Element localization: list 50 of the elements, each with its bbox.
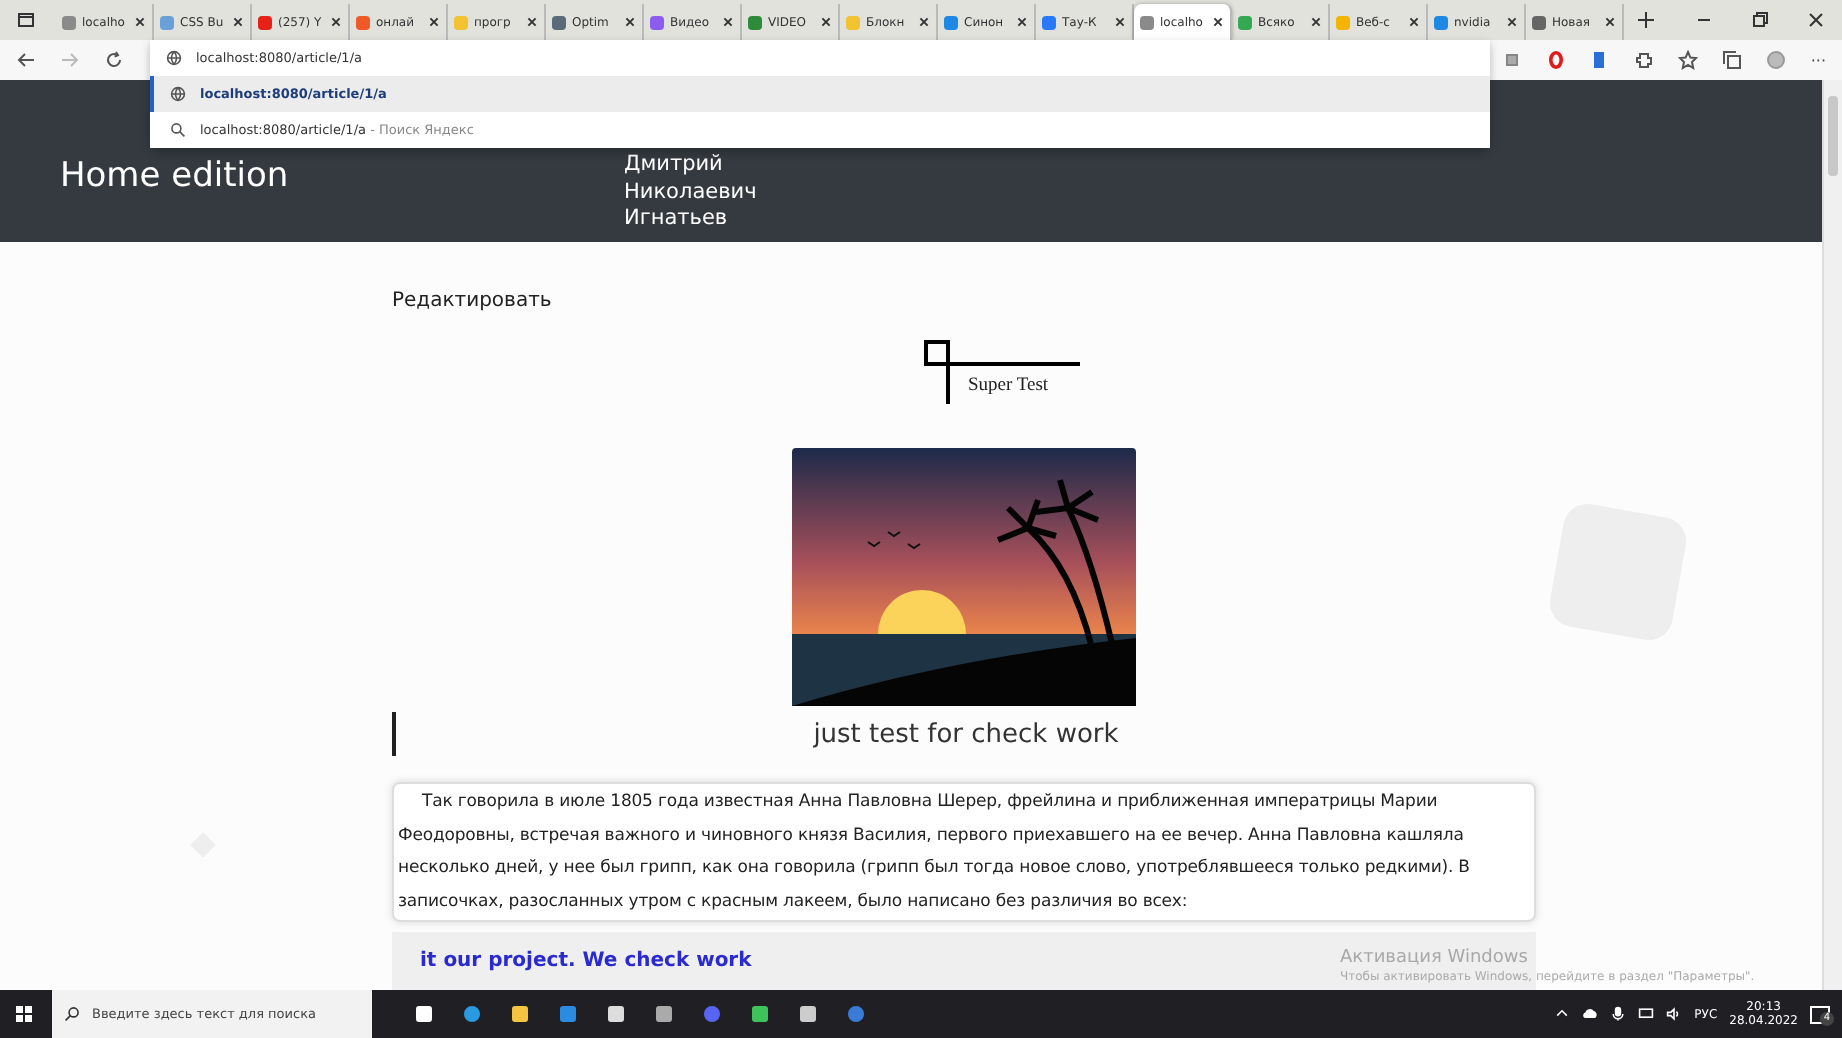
edit-link[interactable]: Редактировать <box>392 290 552 312</box>
extensions-icon[interactable] <box>1634 50 1655 70</box>
scrollbar[interactable] <box>1822 80 1842 990</box>
close-icon[interactable] <box>624 16 636 28</box>
close-icon[interactable] <box>1310 16 1322 28</box>
favorites-icon[interactable] <box>1678 50 1699 70</box>
close-icon[interactable] <box>1604 16 1616 28</box>
site-title[interactable]: Home edition <box>60 156 624 242</box>
start-icon[interactable] <box>14 1004 34 1024</box>
tab-actions-icon[interactable] <box>16 10 36 30</box>
close-icon[interactable] <box>1114 16 1126 28</box>
cloud-icon[interactable] <box>1582 1006 1599 1022</box>
image-caption: just test for check work <box>811 719 1121 749</box>
close-icon[interactable] <box>232 16 244 28</box>
restore-icon[interactable] <box>1750 10 1770 30</box>
profile-icon[interactable] <box>1766 50 1787 70</box>
author-name: Игнатьев <box>624 206 730 233</box>
close-icon[interactable] <box>1806 10 1826 30</box>
back-icon[interactable] <box>16 50 36 70</box>
close-icon[interactable] <box>1506 16 1518 28</box>
article-paragraph: Так говорила в июле 1805 года известная Анна Павловна Шерер, фрейлина и приближенная императрицы Марии Феодоровны, встречая важного и чиновного князя Василия, первого приехавшего на ее вечер. Анна Павловна кашляла несколько дней, у нее был грипп, как она говорила (грипп был тогда новое слово, употреблявшееся только редкими). В записочках, разосланных утром с красным лакеем, было написано без различия во всех: <box>392 782 1536 922</box>
activation-title: Активация Windows <box>1340 948 1530 968</box>
author-name: Дмитрий <box>624 152 725 179</box>
footer-text: it our project. We check work <box>420 950 752 972</box>
close-icon[interactable] <box>1016 16 1028 28</box>
close-icon[interactable] <box>722 16 734 28</box>
search-icon[interactable] <box>170 122 186 138</box>
globe-icon[interactable] <box>170 86 186 102</box>
globe-icon[interactable] <box>166 50 182 66</box>
new-tab-icon[interactable] <box>1636 10 1656 30</box>
volume-icon[interactable] <box>1666 1006 1683 1022</box>
close-icon[interactable] <box>820 16 832 28</box>
more-menu[interactable]: ··· <box>1810 51 1826 69</box>
text-cursor <box>392 712 396 756</box>
microphone-icon[interactable] <box>1610 1006 1627 1022</box>
close-icon[interactable] <box>134 16 146 28</box>
close-icon[interactable] <box>1408 16 1420 28</box>
extension-icon[interactable] <box>1502 50 1523 70</box>
close-icon[interactable] <box>918 16 930 28</box>
close-icon[interactable] <box>428 16 440 28</box>
diagram-label: Super Test <box>968 376 1049 396</box>
close-icon[interactable] <box>1212 16 1224 28</box>
collections-icon[interactable] <box>1722 50 1743 70</box>
extension-icon[interactable] <box>1546 50 1567 70</box>
chevron-up-icon[interactable] <box>1554 1006 1571 1022</box>
search-icon[interactable] <box>64 1006 80 1022</box>
close-icon[interactable] <box>526 16 538 28</box>
close-icon[interactable] <box>330 16 342 28</box>
author-name: Николаевич <box>624 179 757 206</box>
reload-icon[interactable] <box>104 50 124 70</box>
